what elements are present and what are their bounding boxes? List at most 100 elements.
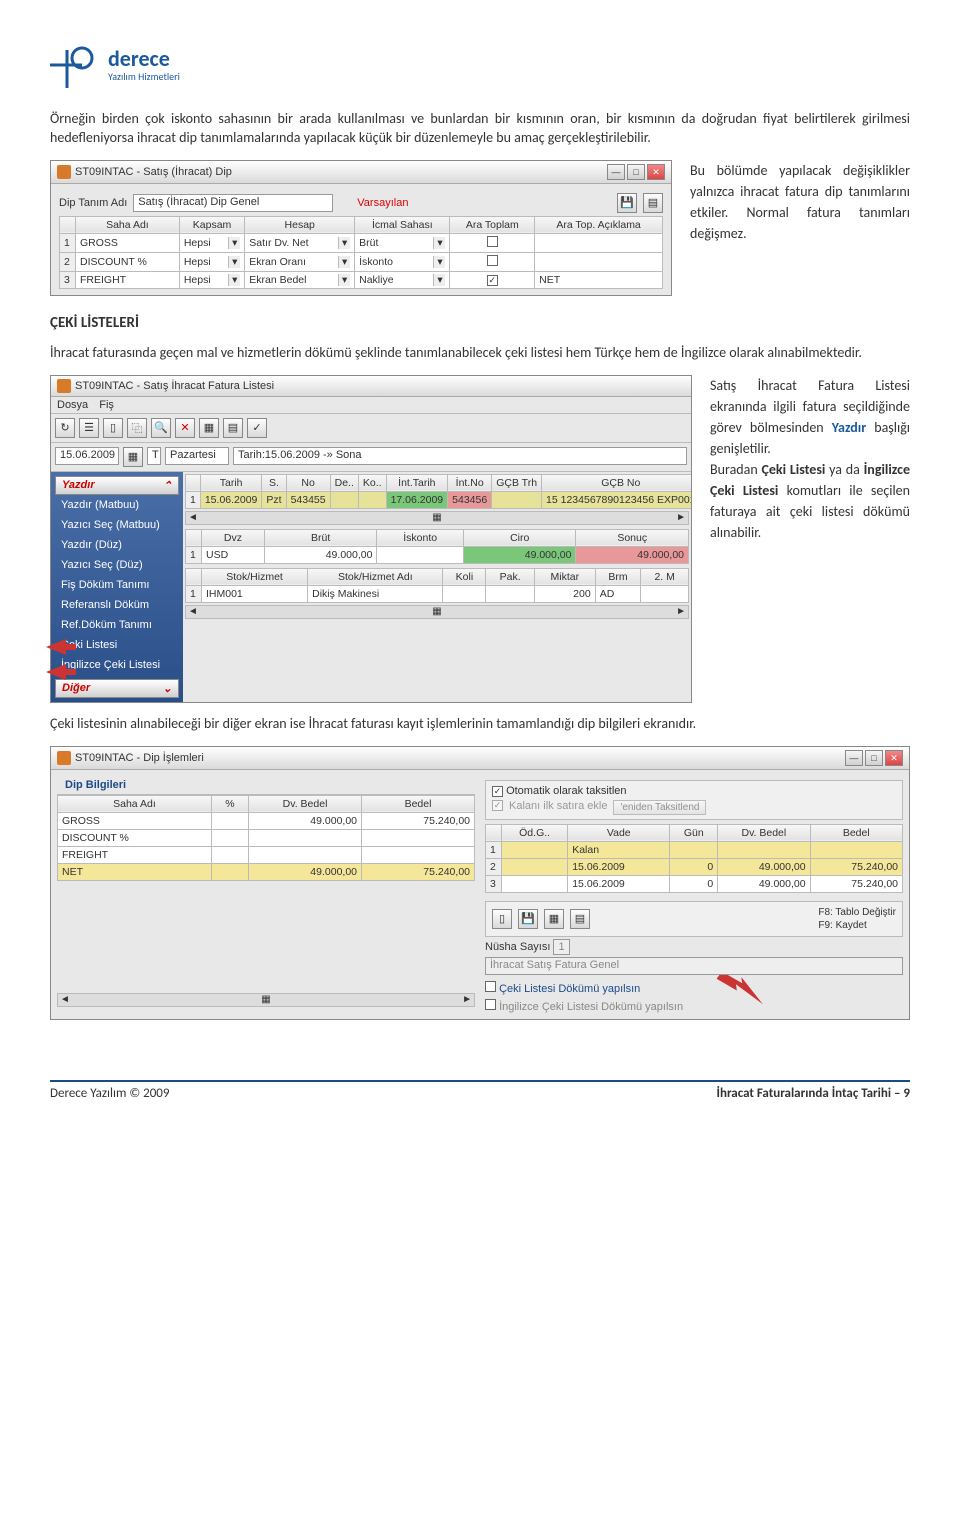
grid-icon[interactable]: ▦ [544,909,564,929]
window-icon [57,751,71,765]
doc-icon[interactable]: ▯ [492,909,512,929]
ceki-intro: İhracat faturasında geçen mal ve hizmetl… [50,344,910,363]
sb-yazdir-duz[interactable]: Yazdır (Düz) [55,535,179,555]
scrollbar[interactable]: ◄▦► [185,511,689,525]
sb-yazdir-matbuu[interactable]: Yazdır (Matbuu) [55,495,179,515]
sb-yazici-matbuu[interactable]: Yazıcı Seç (Matbuu) [55,515,179,535]
logo-title: derece [108,48,180,70]
card-icon[interactable]: ▤ [643,193,663,213]
fatura-grid[interactable]: Tarih S. No De.. Ko.. İnt.Tarih İnt.No G… [185,474,691,509]
sb-fis-dokum[interactable]: Fiş Döküm Tanımı [55,575,179,595]
logo-icon [50,40,100,90]
dropdown-icon[interactable]: ▾ [338,274,350,286]
save-icon[interactable]: 💾 [518,909,538,929]
day-type[interactable]: T [147,447,161,465]
chk-auto-taksit[interactable]: ✓ [492,786,503,797]
calendar-icon[interactable]: ▦ [123,447,143,467]
item-row[interactable]: 1 IHM001 Dikiş Makinesi 200 AD [186,585,689,602]
task-sidebar: Yazdır ⌃ Yazdır (Matbuu) Yazıcı Seç (Mat… [51,472,183,702]
side-note-2: Satış İhracat Fatura Listesi ekranında i… [710,375,910,543]
footer-left: Derece Yazılım © 2009 [50,1086,169,1101]
grid-row[interactable]: NET 49.000,00 75.240,00 [58,863,475,880]
checkbox[interactable]: ✓ [487,275,498,286]
checkbox[interactable] [487,236,498,247]
grid-row[interactable]: 3 FREIGHT Hepsi▾ Ekran Bedel▾ Nakliye▾ ✓… [60,271,663,288]
close-button[interactable]: ✕ [647,164,665,180]
list-icon[interactable]: ☰ [79,418,99,438]
sb-ceki-listesi[interactable]: Çeki Listesi [55,635,179,655]
grid-row[interactable]: 2 15.06.2009 0 49.000,00 75.240,00 [486,858,903,875]
dropdown-icon[interactable]: ▾ [228,256,240,268]
day-name[interactable]: Pazartesi [165,447,229,465]
dropdown-icon[interactable]: ▾ [228,237,240,249]
dip-left-grid[interactable]: Saha Adı % Dv. Bedel Bedel GROSS 49.000,… [57,795,475,881]
dropdown-icon[interactable]: ▾ [338,256,350,268]
delete-icon[interactable]: ✕ [175,418,195,438]
varsayilan-label: Varsayılan [357,197,408,209]
dropdown-icon[interactable]: ▾ [433,274,445,286]
expand-icon[interactable]: ⌄ [163,682,172,695]
dip-left-header: Dip Bilgileri [57,776,475,795]
dip-grid[interactable]: Saha Adı Kapsam Hesap İcmal Sahası Ara T… [59,216,663,289]
minimize-button[interactable]: — [607,164,625,180]
refresh-icon[interactable]: ↻ [55,418,75,438]
export-icon[interactable]: ▤ [570,909,590,929]
heading-ceki: ÇEKİ LİSTELERİ [50,314,910,332]
dropdown-icon[interactable]: ▾ [433,237,445,249]
sb-ref-dokum[interactable]: Ref.Döküm Tanımı [55,615,179,635]
sb-referansli[interactable]: Referanslı Döküm [55,595,179,615]
col-saha: Saha Adı [76,216,180,233]
dip-tanim-input[interactable]: Satış (İhracat) Dip Genel [133,194,333,212]
dropdown-icon[interactable]: ▾ [433,256,445,268]
search-icon[interactable]: 🔍 [151,418,171,438]
chk-kalan[interactable]: ✓ [492,800,503,811]
chk-ceki-tr[interactable] [485,981,496,992]
collapse-icon[interactable]: ⌃ [163,479,172,492]
maximize-button[interactable]: □ [627,164,645,180]
sidebar-header[interactable]: Yazdır ⌃ [55,476,179,495]
sidebar-footer[interactable]: Diğer ⌄ [55,679,179,698]
doc-icon[interactable]: ▯ [103,418,123,438]
sb-yazici-duz[interactable]: Yazıcı Seç (Düz) [55,555,179,575]
col-ara: Ara Toplam [450,216,535,233]
range-input[interactable]: Tarih:15.06.2009 -» Sona [233,447,687,465]
main-grid-area: Tarih S. No De.. Ko.. İnt.Tarih İnt.No G… [183,472,691,702]
dropdown-icon[interactable]: ▾ [338,237,350,249]
date-input[interactable]: 15.06.2009 [55,447,119,465]
grid-row[interactable]: DISCOUNT % [58,829,475,846]
maximize-button[interactable]: □ [865,750,883,766]
item-grid[interactable]: Stok/Hizmet Stok/Hizmet Adı Koli Pak. Mi… [185,568,689,603]
dropdown-icon[interactable]: ▾ [228,274,240,286]
summary-grid[interactable]: Dvz Brüt İskonto Ciro Sonuç 1 USD 49.000… [185,529,689,564]
grid-row[interactable]: 1 Kalan [486,841,903,858]
taksit-grid[interactable]: Öd.G.. Vade Gün Dv. Bedel Bedel 1 Kalan … [485,824,903,893]
summary-row[interactable]: 1 USD 49.000,00 49.000,00 49.000,00 [186,546,689,563]
save-icon[interactable]: 💾 [617,193,637,213]
fatura-listesi-window: ST09INTAC - Satış İhracat Fatura Listesi… [50,375,692,703]
settings-icon[interactable]: ▤ [223,418,243,438]
menu-dosya[interactable]: Dosya [57,399,88,411]
scrollbar[interactable]: ◄▦► [185,605,689,619]
grid-row[interactable]: 1 GROSS Hepsi▾ Satır Dv. Net▾ Brüt▾ [60,233,663,252]
chk-ceki-en[interactable] [485,999,496,1010]
grid-row[interactable]: FREIGHT [58,846,475,863]
nusha-label: Nüsha Sayısı [485,941,550,953]
checkbox[interactable] [487,255,498,266]
para-dip-note: Çeki listesinin alınabileceği bir diğer … [50,715,910,734]
scrollbar[interactable]: ◄▦► [57,993,475,1007]
grid-row[interactable]: 3 15.06.2009 0 49.000,00 75.240,00 [486,875,903,892]
copy-icon[interactable]: ⿻ [127,418,147,438]
menu-fis[interactable]: Fiş [99,399,114,411]
side-note-1: Bu bölümde yapılacak değişiklikler yalnı… [690,160,910,244]
dip-tanim-label: Dip Tanım Adı [59,197,127,209]
fatura-row[interactable]: 1 15.06.2009 Pzt 543455 17.06.2009 54345… [186,491,692,508]
close-button[interactable]: ✕ [885,750,903,766]
minimize-button[interactable]: — [845,750,863,766]
yeniden-taksit-button[interactable]: 'eniden Taksitlend [613,800,706,815]
check-icon[interactable]: ✓ [247,418,267,438]
grid-row[interactable]: GROSS 49.000,00 75.240,00 [58,812,475,829]
grid-row[interactable]: 2 DISCOUNT % Hepsi▾ Ekran Oranı▾ İskonto… [60,252,663,271]
export-icon[interactable]: ▦ [199,418,219,438]
sb-ing-ceki[interactable]: İngilizce Çeki Listesi [55,655,179,675]
col-kapsam: Kapsam [179,216,244,233]
